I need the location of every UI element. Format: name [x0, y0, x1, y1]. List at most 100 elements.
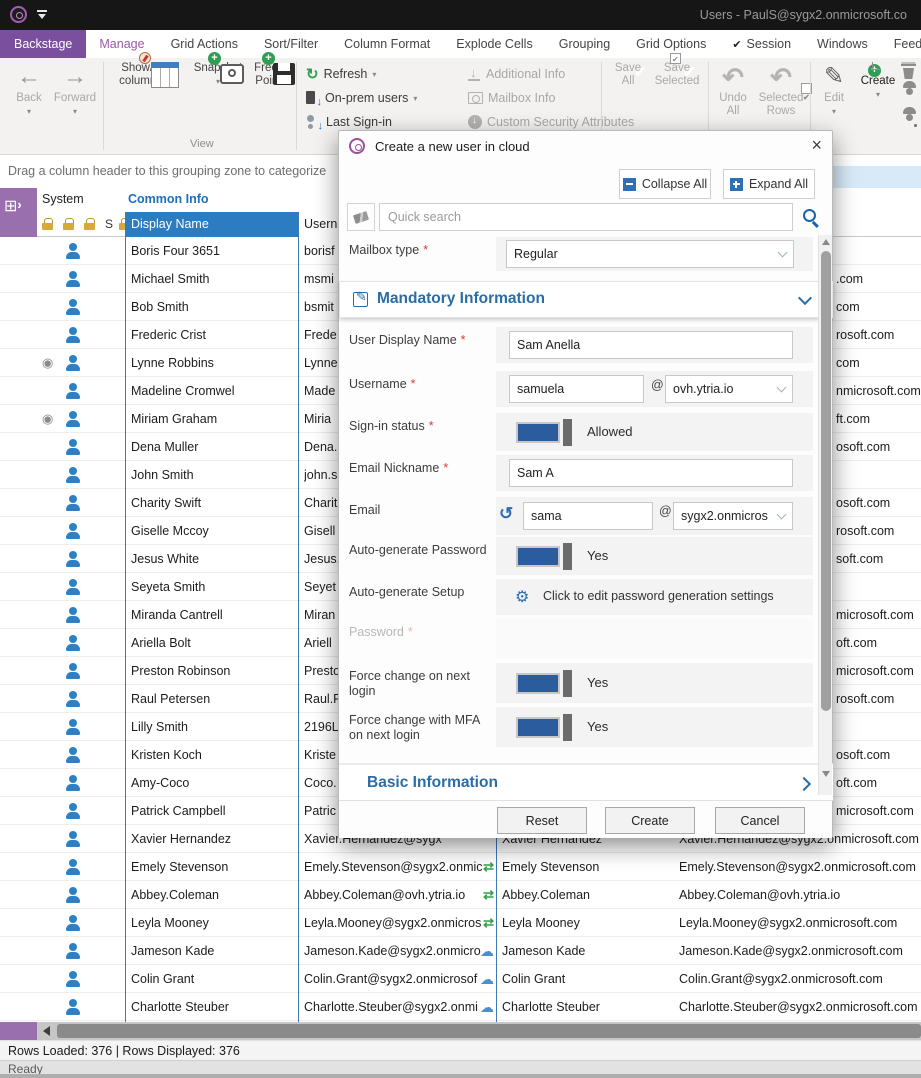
scroll-down-icon[interactable]	[822, 771, 830, 777]
cell-email-fragment[interactable]: soft.com	[836, 545, 921, 573]
column-header-display-name[interactable]: Display Name	[125, 212, 298, 237]
save-selected-button[interactable]: Save Selected	[650, 62, 704, 88]
scroll-left-icon[interactable]	[43, 1026, 50, 1036]
cell-email-fragment[interactable]: microsoft.com	[836, 601, 921, 629]
cell-display-name[interactable]: Jameson Kade	[131, 937, 297, 965]
cell-display-name[interactable]: Michael Smith	[131, 265, 297, 293]
undo-all-button[interactable]: ↶ Undo All	[712, 62, 754, 118]
chevron-right-icon[interactable]	[797, 777, 811, 791]
scroll-up-icon[interactable]	[822, 239, 830, 245]
cell-email[interactable]: Charlotte.Steuber@sygx2.onmicrosoft.com	[679, 993, 921, 1021]
cell-display-name[interactable]: Lilly Smith	[131, 713, 297, 741]
cell-email[interactable]: Leyla.Mooney@sygx2.onmicrosoft.com	[679, 909, 921, 937]
table-row[interactable]: Emely StevensonEmely.Stevenson@sygx2.onm…	[0, 853, 921, 881]
cell-display-name-2[interactable]: Abbey.Coleman	[502, 881, 672, 909]
cell-email[interactable]: Abbey.Coleman@ovh.ytria.io	[679, 881, 921, 909]
cell-display-name[interactable]: John Smith	[131, 461, 297, 489]
group-header-common-info[interactable]: Common Info	[128, 192, 209, 206]
reset-button[interactable]: Reset	[497, 807, 587, 834]
cell-display-name[interactable]: Madeline Cromwel	[131, 377, 297, 405]
horizontal-scrollbar[interactable]	[0, 1022, 921, 1040]
cell-username[interactable]: Leyla.Mooney@sygx2.onmicros⇄	[304, 909, 496, 937]
hscrollbar-thumb[interactable]	[57, 1024, 921, 1038]
show-hide-columns-button[interactable]: Show/Hide columns... ▾	[113, 62, 185, 88]
email-domain-select[interactable]: sygx2.onmicros	[673, 502, 793, 530]
tab-grid-actions[interactable]: Grid Actions	[158, 30, 251, 58]
user-display-name-input[interactable]	[509, 331, 793, 359]
tab-backstage[interactable]: Backstage	[0, 30, 86, 58]
cell-email[interactable]: Jameson.Kade@sygx2.onmicrosoft.com	[679, 937, 921, 965]
cell-display-name[interactable]: Boris Four 3651	[131, 237, 297, 265]
cell-email[interactable]: Emely.Stevenson@sygx2.onmicrosoft.com	[679, 853, 921, 881]
edit-button[interactable]: ✎ Edit▾	[814, 62, 854, 118]
additional-info-button[interactable]: Additional Info	[468, 64, 565, 84]
tab-grouping[interactable]: Grouping	[546, 30, 623, 58]
cell-username[interactable]: Abbey.Coleman@ovh.ytria.io⇄	[304, 881, 496, 909]
cell-display-name-2[interactable]: Jameson Kade	[502, 937, 672, 965]
autogen-password-toggle[interactable]	[516, 543, 572, 570]
section-mandatory-information[interactable]: Mandatory Information	[339, 281, 833, 318]
cell-display-name[interactable]: Jesus White	[131, 545, 297, 573]
cell-email-fragment[interactable]: rosoft.com	[836, 321, 921, 349]
back-button[interactable]: ← Back▾	[8, 62, 50, 118]
tab-column-format[interactable]: Column Format	[331, 30, 443, 58]
onprem-users-button[interactable]: On-prem users▾	[306, 88, 417, 108]
cell-email-fragment[interactable]: nmicrosoft.com	[836, 377, 921, 405]
cell-username[interactable]: Emely.Stevenson@sygx2.onmic⇄	[304, 853, 496, 881]
create-user-button[interactable]: Create	[605, 807, 695, 834]
cell-display-name[interactable]: Dena Muller	[131, 433, 297, 461]
cell-display-name[interactable]: Frederic Crist	[131, 321, 297, 349]
collapse-all-button[interactable]: Collapse All	[619, 169, 711, 199]
expand-all-button[interactable]: Expand All	[723, 169, 815, 199]
grid-flash-icon[interactable]: ⊞›	[4, 196, 22, 216]
cell-email-fragment[interactable]: com	[836, 293, 921, 321]
username-domain-select[interactable]: ovh.ytria.io	[665, 375, 793, 403]
quick-access-menu-icon[interactable]	[36, 10, 48, 20]
clear-search-button[interactable]	[347, 203, 375, 231]
custom-security-attributes-button[interactable]: Custom Security Attributes	[468, 112, 634, 132]
cell-display-name-2[interactable]: Charlotte Steuber	[502, 993, 672, 1021]
cell-display-name-2[interactable]: Colin Grant	[502, 965, 672, 993]
cell-email-fragment[interactable]: oft.com	[836, 769, 921, 797]
cell-display-name-2[interactable]: Leyla Mooney	[502, 909, 672, 937]
cell-display-name[interactable]: Abbey.Coleman	[131, 881, 297, 909]
cell-display-name[interactable]: Bob Smith	[131, 293, 297, 321]
refresh-button[interactable]: ↻ Refresh▾	[306, 64, 376, 84]
signin-status-toggle[interactable]	[516, 419, 572, 446]
cell-email-fragment[interactable]: osoft.com	[836, 489, 921, 517]
last-signin-button[interactable]: Last Sign-in	[306, 112, 392, 132]
email-nickname-input[interactable]	[509, 459, 793, 487]
cell-username[interactable]: Colin.Grant@sygx2.onmicrosof☁	[304, 965, 496, 993]
cell-display-name[interactable]: Amy-Coco	[131, 769, 297, 797]
dialog-scrollbar[interactable]	[818, 235, 832, 795]
freeze-point-button[interactable]: + Freeze Point ▾	[250, 62, 294, 88]
cell-display-name[interactable]: Giselle Mccoy	[131, 517, 297, 545]
cell-display-name[interactable]: Raul Petersen	[131, 685, 297, 713]
snapshot-button[interactable]: + Snapshot▾	[188, 62, 248, 88]
quick-search-input[interactable]	[379, 203, 793, 231]
table-row[interactable]: Jameson KadeJameson.Kade@sygx2.onmicro☁J…	[0, 937, 921, 965]
cell-email-fragment[interactable]: ft.com	[836, 405, 921, 433]
tab-session[interactable]: Session	[719, 30, 804, 58]
cell-email-fragment[interactable]: microsoft.com	[836, 657, 921, 685]
tab-explode-cells[interactable]: Explode Cells	[443, 30, 545, 58]
mailbox-info-button[interactable]: Mailbox Info	[468, 88, 555, 108]
cell-display-name[interactable]: Charity Swift	[131, 489, 297, 517]
forward-button[interactable]: → Forward▾	[52, 62, 98, 118]
cell-display-name[interactable]: Charlotte Steuber	[131, 993, 297, 1021]
cell-email-fragment[interactable]: osoft.com	[836, 433, 921, 461]
cell-email-fragment[interactable]: com	[836, 349, 921, 377]
gear-icon[interactable]: ⚙	[515, 587, 529, 607]
table-row[interactable]: Abbey.ColemanAbbey.Coleman@ovh.ytria.io⇄…	[0, 881, 921, 909]
undo-selected-rows-button[interactable]: ↶ Selected Rows	[754, 62, 808, 118]
autogen-setup-link[interactable]: Click to edit password generation settin…	[543, 589, 774, 603]
cell-display-name[interactable]: Leyla Mooney	[131, 909, 297, 937]
cell-display-name[interactable]: Miriam Graham	[131, 405, 297, 433]
dialog-close-button[interactable]: ×	[811, 135, 822, 156]
cell-display-name[interactable]: Patrick Campbell	[131, 797, 297, 825]
table-row[interactable]: Colin GrantColin.Grant@sygx2.onmicrosof☁…	[0, 965, 921, 993]
cell-display-name-2[interactable]: Emely Stevenson	[502, 853, 672, 881]
email-input[interactable]	[523, 502, 653, 530]
cancel-button[interactable]: Cancel	[715, 807, 805, 834]
cell-email-fragment[interactable]: rosoft.com	[836, 685, 921, 713]
